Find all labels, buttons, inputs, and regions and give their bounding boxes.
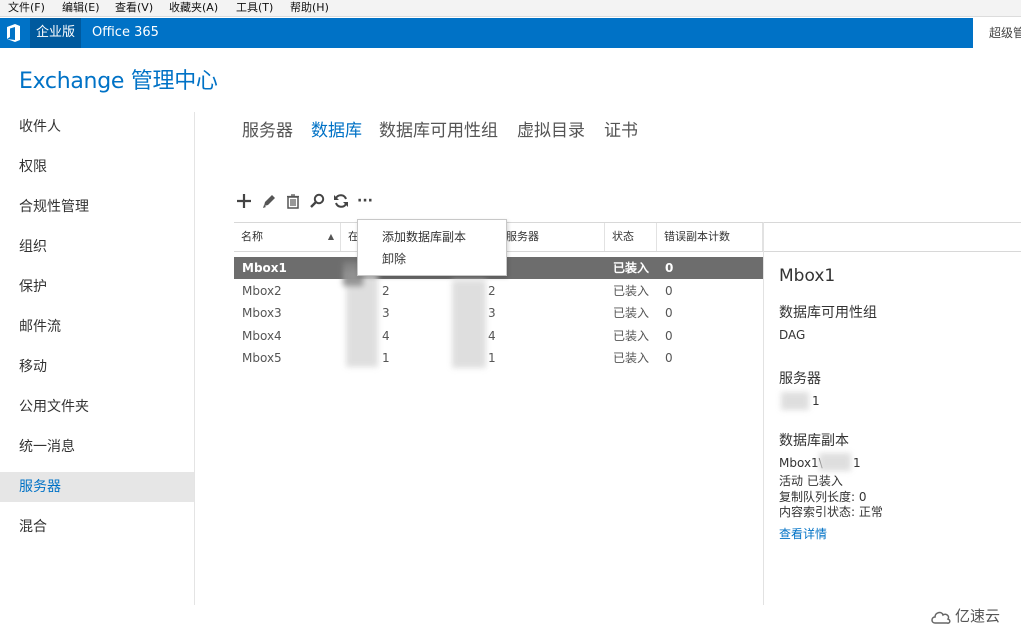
nav-item-permissions[interactable]: 权限 xyxy=(0,152,194,182)
table-row[interactable]: Mbox5 1 1 已装入 0 xyxy=(234,347,763,369)
cell-server: 3 xyxy=(382,306,390,320)
cell-server: 1 xyxy=(382,351,390,365)
redacted-area xyxy=(781,392,809,410)
tab-certificates[interactable]: 证书 xyxy=(604,116,638,141)
menu-item-dismount[interactable]: 卸除 xyxy=(382,249,406,269)
office-logo-icon[interactable] xyxy=(6,24,21,42)
edit-icon[interactable] xyxy=(259,191,279,213)
server-value: 1 xyxy=(812,394,820,408)
cell-name: Mbox1 xyxy=(242,261,287,275)
sort-ascending-icon: ▲ xyxy=(327,232,334,241)
watermark-text: 亿速云 xyxy=(955,607,1001,625)
tab-virtual-directories[interactable]: 虚拟目录 xyxy=(517,116,585,141)
nav-divider xyxy=(194,112,195,605)
details-title: Mbox1 xyxy=(779,266,836,286)
menu-bar: 文件(F) 编辑(E) 查看(V) 收藏夹(A) 工具(T) 帮助(H) xyxy=(0,0,1021,17)
watermark: 亿速云 xyxy=(930,605,1000,626)
cell-bad-copy-count: 0 xyxy=(665,284,673,298)
cell-name: Mbox2 xyxy=(242,284,282,298)
copy-name-prefix: Mbox1\ xyxy=(779,456,823,470)
nav-item-recipients[interactable]: 收件人 xyxy=(0,112,194,142)
table-row[interactable]: Mbox3 3 3 已装入 0 xyxy=(234,302,763,324)
column-label-status: 状态 xyxy=(612,230,634,243)
menu-file[interactable]: 文件(F) xyxy=(8,0,45,16)
copies-heading: 数据库副本 xyxy=(779,433,849,449)
menu-help[interactable]: 帮助(H) xyxy=(290,0,329,16)
refresh-icon[interactable] xyxy=(331,191,351,213)
nav-item-compliance[interactable]: 合规性管理 xyxy=(0,192,194,222)
column-header-status[interactable]: 状态 xyxy=(605,223,657,251)
delete-icon[interactable] xyxy=(283,191,303,213)
cell-status: 已装入 xyxy=(613,306,650,320)
office-top-bar: 企业版 Office 365 超级管 xyxy=(0,18,1021,48)
cloud-logo-icon xyxy=(931,611,951,624)
cell-status: 已装入 xyxy=(613,261,650,275)
tab-databases[interactable]: 数据库 xyxy=(311,116,362,141)
cell-bad-copy-count: 0 xyxy=(665,261,674,275)
cell-status: 已装入 xyxy=(613,351,650,365)
column-label-servers: 服务器 xyxy=(506,230,539,243)
tab-servers[interactable]: 服务器 xyxy=(242,116,293,141)
cell-status: 已装入 xyxy=(613,284,650,298)
table-row[interactable]: Mbox2 2 2 已装入 0 xyxy=(234,280,763,302)
nav-item-hybrid[interactable]: 混合 xyxy=(0,512,194,542)
search-icon[interactable] xyxy=(307,191,327,213)
cell-name: Mbox4 xyxy=(242,329,282,343)
menu-item-add-database-copy[interactable]: 添加数据库副本 xyxy=(382,227,466,247)
cell-servers: 2 xyxy=(488,284,496,298)
view-details-link[interactable]: 查看详情 xyxy=(779,525,827,542)
context-menu: 添加数据库副本 卸除 xyxy=(357,219,507,276)
column-label-bad-copy-count: 错误副本计数 xyxy=(664,230,730,243)
details-divider xyxy=(763,222,764,605)
more-icon[interactable]: ··· xyxy=(355,191,375,213)
grid-header: 名称 ▲ 在 服务器 状态 错误副本计数 xyxy=(234,222,1021,252)
table-row[interactable]: Mbox4 4 4 已装入 0 xyxy=(234,325,763,347)
column-label-name: 名称 xyxy=(241,230,263,243)
cell-servers: 3 xyxy=(488,306,496,320)
cell-servers: 4 xyxy=(488,329,496,343)
column-header-bad-copy-count[interactable]: 错误副本计数 xyxy=(657,223,763,251)
nav-item-unified-messaging[interactable]: 统一消息 xyxy=(0,432,194,462)
cell-bad-copy-count: 0 xyxy=(665,329,673,343)
cell-name: Mbox5 xyxy=(242,351,282,365)
nav-item-mobile[interactable]: 移动 xyxy=(0,352,194,382)
server-heading: 服务器 xyxy=(779,371,821,387)
menu-view[interactable]: 查看(V) xyxy=(115,0,153,16)
add-icon[interactable] xyxy=(234,191,254,213)
content-index-state: 内容索引状态: 正常 xyxy=(779,505,883,519)
copy-name-suffix: 1 xyxy=(853,456,861,470)
cell-servers: 1 xyxy=(488,351,496,365)
office365-link[interactable]: Office 365 xyxy=(92,18,159,48)
tab-dag[interactable]: 数据库可用性组 xyxy=(379,116,498,141)
nav-item-organization[interactable]: 组织 xyxy=(0,232,194,262)
column-header-servers[interactable]: 服务器 xyxy=(499,223,605,251)
cell-name: Mbox3 xyxy=(242,306,282,320)
redacted-area xyxy=(819,453,851,471)
menu-tools[interactable]: 工具(T) xyxy=(236,0,273,16)
cell-server: 4 xyxy=(382,329,390,343)
edition-label[interactable]: 企业版 xyxy=(30,18,82,48)
menu-favorites[interactable]: 收藏夹(A) xyxy=(169,0,218,16)
cell-status: 已装入 xyxy=(613,329,650,343)
dag-heading: 数据库可用性组 xyxy=(779,305,877,321)
cell-bad-copy-count: 0 xyxy=(665,351,673,365)
menu-edit[interactable]: 编辑(E) xyxy=(62,0,100,16)
dag-value: DAG xyxy=(779,328,806,342)
nav-item-protection[interactable]: 保护 xyxy=(0,272,194,302)
page-title: Exchange 管理中心 xyxy=(19,69,218,94)
redacted-area xyxy=(452,280,486,368)
cell-server: 2 xyxy=(382,284,390,298)
nav-item-mail-flow[interactable]: 邮件流 xyxy=(0,312,194,342)
cell-bad-copy-count: 0 xyxy=(665,306,673,320)
column-header-name[interactable]: 名称 ▲ xyxy=(234,223,341,251)
copy-status: 活动 已装入 xyxy=(779,474,843,488)
user-menu[interactable]: 超级管 xyxy=(973,18,1021,48)
nav-item-public-folders[interactable]: 公用文件夹 xyxy=(0,392,194,422)
nav-item-servers[interactable]: 服务器 xyxy=(0,472,194,502)
